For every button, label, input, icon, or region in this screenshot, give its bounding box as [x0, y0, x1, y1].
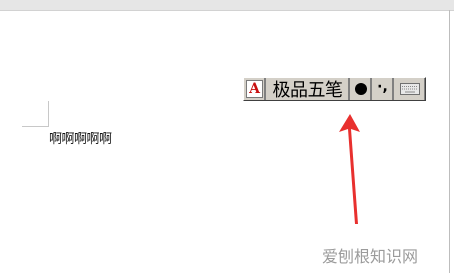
text-margin-corner-vertical [48, 101, 49, 127]
full-half-width-toggle[interactable] [350, 78, 372, 100]
screenshot: 啊啊啊啊啊 A 极品五笔 ·, 爱刨根知识网 [0, 0, 454, 273]
punctuation-icon: ·, [377, 79, 388, 95]
ime-status-bar[interactable]: A 极品五笔 ·, [243, 77, 426, 101]
punctuation-toggle[interactable]: ·, [372, 78, 394, 100]
ime-logo-icon: A [246, 80, 263, 98]
text-margin-corner-horizontal [22, 126, 48, 127]
watermark-text: 爱刨根知识网 [322, 247, 419, 266]
document-text[interactable]: 啊啊啊啊啊 [49, 132, 112, 148]
ime-logo-button[interactable]: A [244, 78, 266, 100]
soft-keyboard-toggle[interactable] [394, 78, 425, 100]
red-arrow-annotation [339, 114, 360, 224]
ime-name-button[interactable]: 极品五笔 [266, 78, 350, 101]
filled-circle-icon [354, 83, 367, 95]
window-top-bar [0, 0, 454, 11]
document-right-edge [449, 10, 450, 273]
ime-name-label: 极品五笔 [272, 80, 344, 101]
soft-keyboard-icon [399, 83, 420, 95]
